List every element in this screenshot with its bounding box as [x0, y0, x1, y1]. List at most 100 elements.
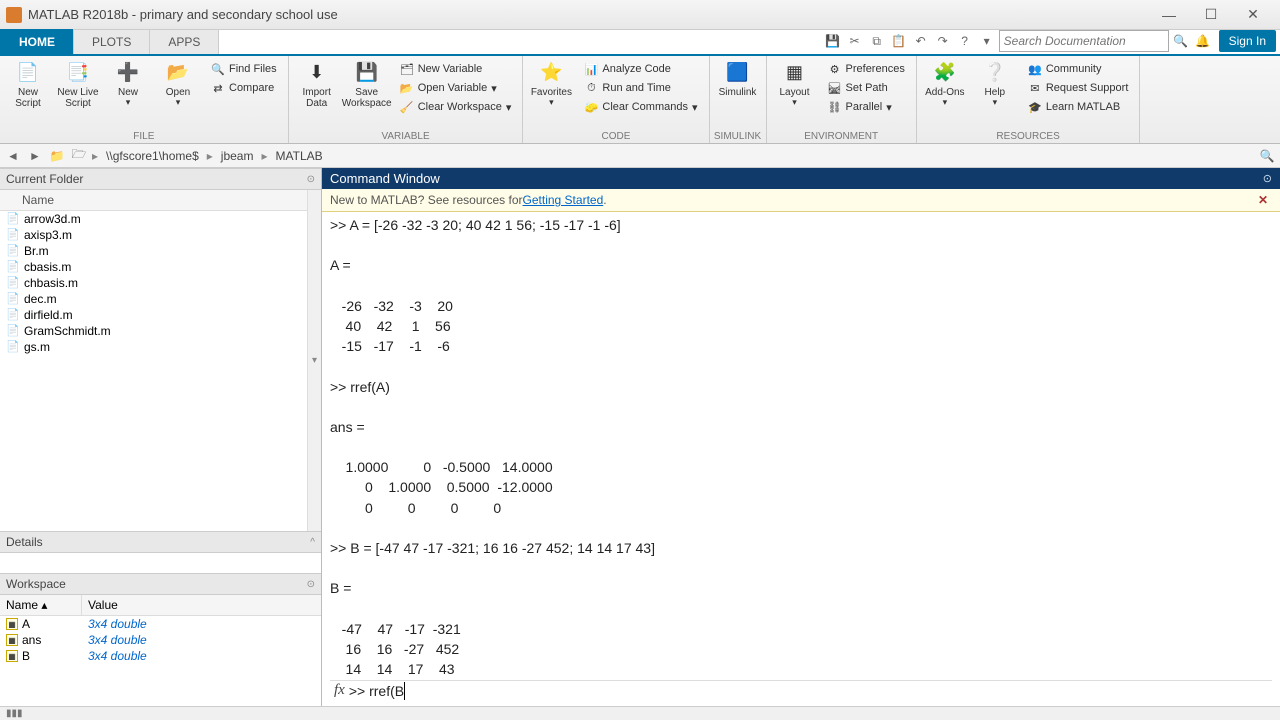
forward-icon[interactable]: ► — [26, 147, 44, 165]
file-row[interactable]: 📄arrow3d.m — [0, 211, 307, 227]
group-label-simulink: SIMULINK — [710, 130, 766, 143]
browse-icon[interactable]: 🗁 — [70, 147, 88, 165]
workspace-row[interactable]: ▦A3x4 double — [0, 616, 321, 632]
parallel-button[interactable]: ⛓Parallel ▾ — [825, 98, 908, 116]
window-title: MATLAB R2018b - primary and secondary sc… — [28, 7, 1148, 22]
path-search-icon[interactable]: 🔍 — [1258, 147, 1276, 165]
new-variable-button[interactable]: 🗂New Variable — [397, 60, 515, 78]
open-button[interactable]: 📂Open▾ — [154, 58, 202, 111]
path-user[interactable]: jbeam — [217, 148, 258, 164]
redo-icon[interactable]: ↷ — [933, 31, 953, 51]
clear-workspace-button[interactable]: 🧹Clear Workspace ▾ — [397, 98, 515, 116]
gear-icon: ⚙ — [828, 62, 842, 76]
ribbon: 📄New Script 📑New Live Script ➕New▾ 📂Open… — [0, 56, 1280, 144]
file-row[interactable]: 📄dirfield.m — [0, 307, 307, 323]
cmdwin-menu-icon[interactable]: ⊙ — [1263, 172, 1272, 185]
help-button[interactable]: ❔Help▾ — [971, 58, 1019, 111]
close-button[interactable]: ✕ — [1232, 4, 1274, 26]
clear-commands-button[interactable]: 🧽Clear Commands ▾ — [581, 98, 700, 116]
ws-col-name[interactable]: Name ▴ — [0, 595, 82, 615]
file-icon: 📄 — [6, 276, 20, 290]
save-workspace-button[interactable]: 💾Save Workspace — [343, 58, 391, 112]
ws-col-value[interactable]: Value — [82, 595, 124, 615]
file-row[interactable]: 📄chbasis.m — [0, 275, 307, 291]
paste-icon[interactable]: 📋 — [889, 31, 909, 51]
search-input[interactable] — [999, 30, 1169, 52]
file-row[interactable]: 📄axisp3.m — [0, 227, 307, 243]
up-folder-icon[interactable]: 📁 — [48, 147, 66, 165]
analyze-code-button[interactable]: 📊Analyze Code — [581, 60, 700, 78]
back-icon[interactable]: ◄ — [4, 147, 22, 165]
details-header[interactable]: Details ^ — [0, 531, 321, 553]
search-button-icon[interactable]: 🔍 — [1171, 31, 1191, 51]
dropdown-icon[interactable]: ▾ — [977, 31, 997, 51]
new-script-button[interactable]: 📄New Script — [4, 58, 52, 112]
var-name: B — [22, 649, 30, 663]
file-row[interactable]: 📄Br.m — [0, 243, 307, 259]
set-path-button[interactable]: 🛤Set Path — [825, 79, 908, 97]
workspace-row[interactable]: ▦B3x4 double — [0, 648, 321, 664]
tab-apps[interactable]: APPS — [149, 29, 219, 54]
maximize-button[interactable]: ☐ — [1190, 4, 1232, 26]
tab-home[interactable]: HOME — [0, 29, 74, 54]
compare-button[interactable]: ⇄Compare — [208, 79, 280, 97]
banner-text: New to MATLAB? See resources for — [330, 193, 523, 207]
import-icon: ⬇ — [305, 61, 329, 85]
help-icon[interactable]: ? — [955, 31, 975, 51]
path-root[interactable]: \\gfscore1\home$ — [102, 148, 203, 164]
favorites-button[interactable]: ⭐Favorites▾ — [527, 58, 575, 111]
command-input[interactable]: rref(B — [369, 682, 404, 700]
find-files-button[interactable]: 🔍Find Files — [208, 60, 280, 78]
tab-plots[interactable]: PLOTS — [73, 29, 150, 54]
file-row[interactable]: 📄dec.m — [0, 291, 307, 307]
file-name: axisp3.m — [24, 228, 72, 242]
copy-icon[interactable]: ⧉ — [867, 31, 887, 51]
title-bar: MATLAB R2018b - primary and secondary sc… — [0, 0, 1280, 30]
bell-icon[interactable]: 🔔 — [1193, 31, 1213, 51]
current-folder-title: Current Folder — [6, 172, 83, 186]
banner-close-icon[interactable]: ✕ — [1254, 193, 1272, 207]
fx-icon[interactable]: fx — [334, 681, 345, 701]
import-data-button[interactable]: ⬇Import Data — [293, 58, 341, 112]
request-support-button[interactable]: ✉Request Support — [1025, 79, 1132, 97]
simulink-button[interactable]: 🟦Simulink — [714, 58, 762, 101]
open-variable-button[interactable]: 📂Open Variable ▾ — [397, 79, 515, 97]
workspace-row[interactable]: ▦ans3x4 double — [0, 632, 321, 648]
variable-icon: ▦ — [6, 650, 18, 662]
file-row[interactable]: 📄GramSchmidt.m — [0, 323, 307, 339]
scrollbar[interactable]: ▾ — [307, 190, 321, 531]
chevron-up-icon[interactable]: ^ — [310, 537, 315, 548]
new-button[interactable]: ➕New▾ — [104, 58, 152, 111]
file-icon: 📄 — [6, 292, 20, 306]
workspace-title: Workspace — [6, 577, 66, 591]
run-and-time-button[interactable]: ⏱Run and Time — [581, 79, 700, 97]
file-row[interactable]: 📄gs.m — [0, 339, 307, 355]
chevron-down-icon[interactable]: ⊙ — [307, 174, 315, 185]
community-button[interactable]: 👥Community — [1025, 60, 1132, 78]
group-label-variable: VARIABLE — [289, 130, 523, 143]
workspace-header[interactable]: Workspace ⊙ — [0, 573, 321, 595]
learn-matlab-button[interactable]: 🎓Learn MATLAB — [1025, 98, 1132, 116]
minimize-button[interactable]: — — [1148, 4, 1190, 26]
new-plus-icon: ➕ — [116, 61, 140, 85]
command-output[interactable]: >> A = [-26 -32 -3 20; 40 42 1 56; -15 -… — [322, 212, 1280, 706]
undo-icon[interactable]: ↶ — [911, 31, 931, 51]
layout-button[interactable]: ▦Layout▾ — [771, 58, 819, 111]
path-folder[interactable]: MATLAB — [272, 148, 327, 164]
sign-in-button[interactable]: Sign In — [1219, 30, 1276, 52]
getting-started-link[interactable]: Getting Started — [523, 193, 604, 207]
col-name[interactable]: Name — [6, 193, 54, 207]
addons-button[interactable]: 🧩Add-Ons▾ — [921, 58, 969, 111]
current-folder-header[interactable]: Current Folder ⊙ — [0, 168, 321, 190]
save-icon[interactable]: 💾 — [823, 31, 843, 51]
preferences-button[interactable]: ⚙Preferences — [825, 60, 908, 78]
workspace-menu-icon[interactable]: ⊙ — [307, 579, 315, 590]
cut-icon[interactable]: ✂ — [845, 31, 865, 51]
prompt-prefix: >> — [349, 682, 369, 700]
clear-commands-icon: 🧽 — [584, 100, 598, 114]
file-row[interactable]: 📄cbasis.m — [0, 259, 307, 275]
group-label-code: CODE — [523, 130, 708, 143]
command-window-header[interactable]: Command Window ⊙ — [322, 168, 1280, 189]
simulink-icon: 🟦 — [726, 61, 750, 85]
new-live-script-button[interactable]: 📑New Live Script — [54, 58, 102, 112]
